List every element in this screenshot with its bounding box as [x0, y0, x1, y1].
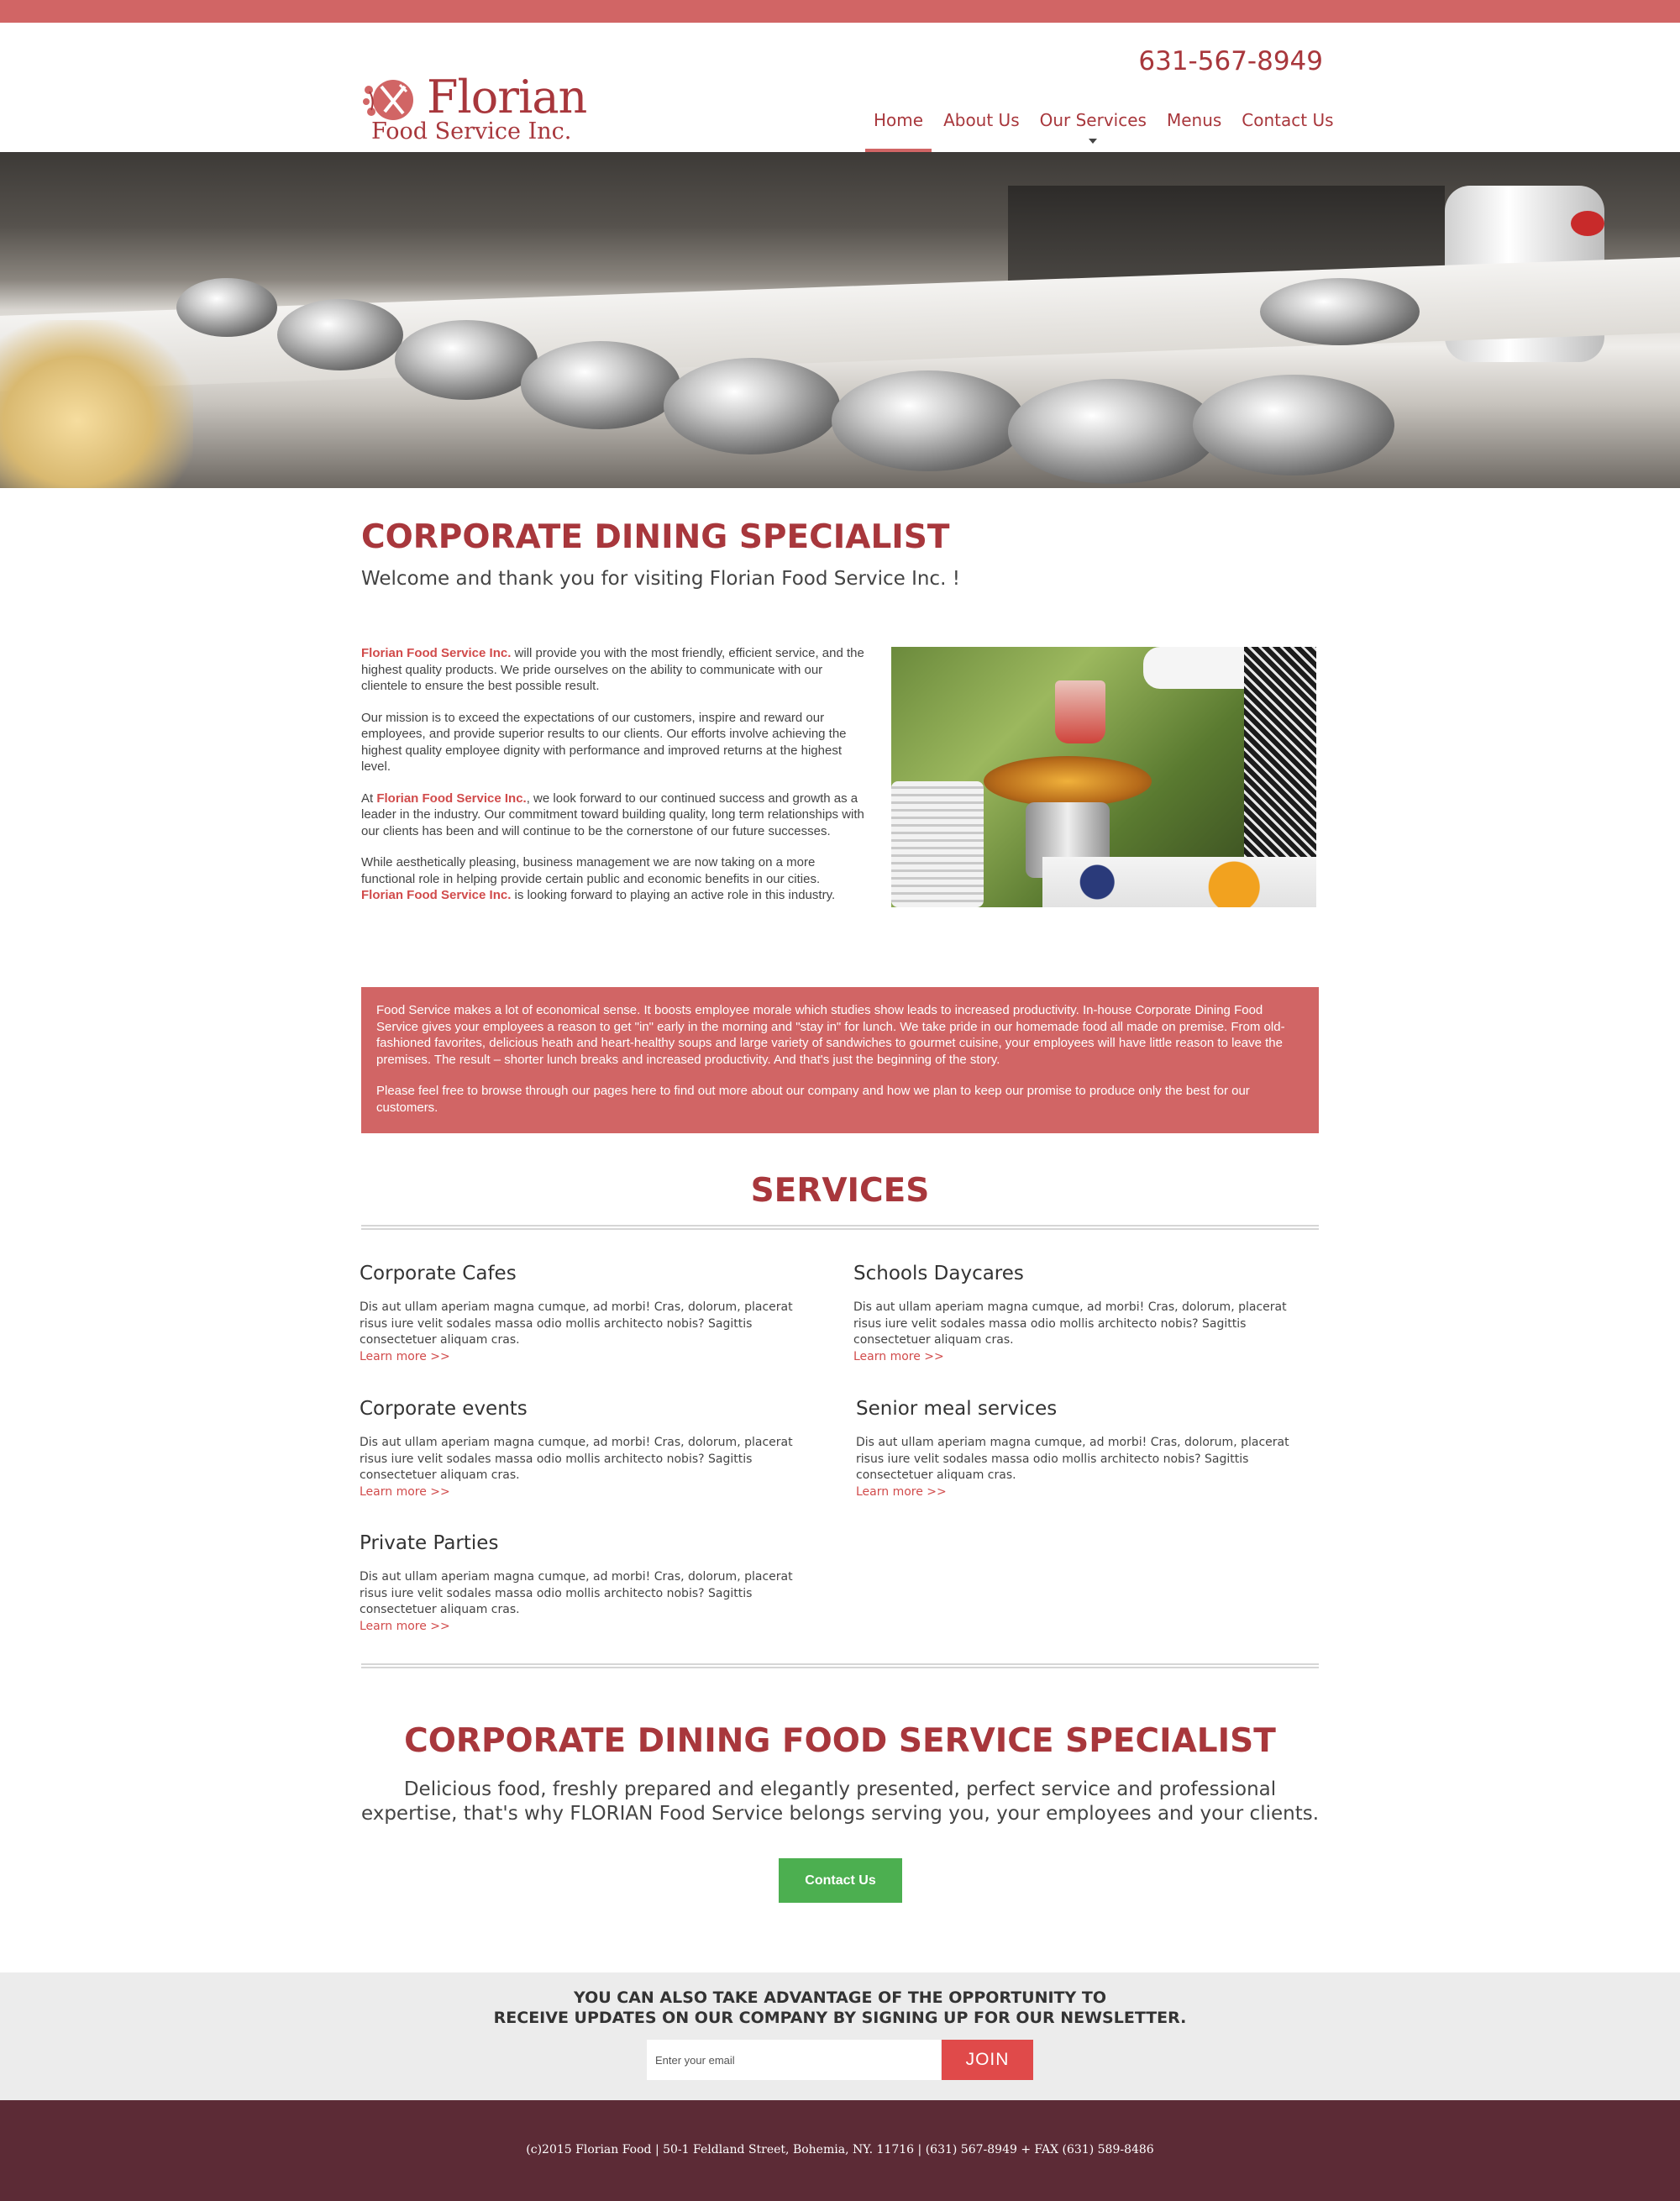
hero-chafer	[1193, 375, 1394, 475]
nav-contact-us[interactable]: Contact Us	[1233, 100, 1341, 152]
brand-name: Florian Food Service Inc.	[361, 646, 512, 660]
page-title: CORPORATE DINING SPECIALIST	[361, 518, 950, 556]
main-nav: Home About Us Our Services Menus Contact…	[865, 100, 1346, 152]
site-header: Florian Food Service Inc. 631-567-8949 H…	[0, 23, 1680, 152]
service-description: Dis aut ullam aperiam magna cumque, ad m…	[360, 1570, 793, 1616]
chef-cooking-photo	[891, 647, 1316, 907]
phone-number[interactable]: 631-567-8949	[1138, 46, 1323, 76]
service-title: Corporate Cafes	[360, 1263, 517, 1284]
nav-home[interactable]: Home	[865, 100, 932, 152]
newsletter-heading-line: RECEIVE UPDATES ON OUR COMPANY BY SIGNIN…	[493, 2009, 1187, 2027]
service-item: Schools Daycares Dis aut ullam aperiam m…	[853, 1263, 1307, 1365]
contact-us-button[interactable]: Contact Us	[779, 1858, 902, 1903]
service-item: Corporate events Dis aut ullam aperiam m…	[360, 1398, 813, 1500]
hero-cooker-badge	[1571, 211, 1604, 236]
intro-paragraph: Florian Food Service Inc. will provide y…	[361, 645, 869, 695]
intro-text-span: At	[361, 791, 377, 806]
service-item: Private Parties Dis aut ullam aperiam ma…	[360, 1532, 813, 1635]
hero-chafer	[395, 320, 538, 400]
logo-name: Florian	[427, 71, 587, 123]
intro-paragraph: Our mission is to exceed the expectation…	[361, 710, 847, 775]
learn-more-link[interactable]: Learn more >>	[360, 1619, 813, 1636]
intro-text: Florian Food Service Inc. will provide y…	[361, 645, 869, 919]
newsletter-section: YOU CAN ALSO TAKE ADVANTAGE OF THE OPPOR…	[0, 1972, 1680, 2100]
logo-subtitle: Food Service Inc.	[371, 118, 572, 144]
fork-knife-logo-icon	[363, 80, 413, 120]
hero-light	[0, 320, 193, 488]
hero-chafer	[1008, 379, 1218, 484]
service-title: Private Parties	[360, 1532, 499, 1554]
service-title: Senior meal services	[856, 1398, 1058, 1420]
cta-text: Delicious food, freshly prepared and ele…	[360, 1778, 1320, 1825]
hero-banner-image	[0, 152, 1680, 488]
footer-text: (c)2015 Florian Food | 50-1 Feldland Str…	[526, 2143, 1154, 2156]
logo[interactable]: Florian Food Service Inc.	[361, 50, 587, 146]
learn-more-link[interactable]: Learn more >>	[856, 1484, 1310, 1501]
brand-name: Florian Food Service Inc.	[376, 791, 527, 806]
learn-more-link[interactable]: Learn more >>	[360, 1349, 813, 1366]
service-title: Schools Daycares	[853, 1263, 1024, 1284]
learn-more-link[interactable]: Learn more >>	[360, 1484, 813, 1501]
service-description: Dis aut ullam aperiam magna cumque, ad m…	[360, 1300, 793, 1347]
nav-our-services[interactable]: Our Services	[1032, 100, 1155, 152]
service-description: Dis aut ullam aperiam magna cumque, ad m…	[856, 1436, 1289, 1482]
callout-paragraph: Food Service makes a lot of economical s…	[376, 1003, 1285, 1067]
intro-text-span: is looking forward to playing an active …	[511, 888, 836, 902]
learn-more-link[interactable]: Learn more >>	[853, 1349, 1307, 1366]
join-button[interactable]: JOIN	[942, 2040, 1033, 2080]
intro-paragraph: While aesthetically pleasing, business m…	[361, 854, 869, 904]
cta-title: CORPORATE DINING FOOD SERVICE SPECIALIST	[404, 1722, 1276, 1760]
photo-pan	[984, 756, 1152, 806]
hero-chafer	[277, 299, 403, 370]
brand-name: Florian Food Service Inc.	[361, 888, 512, 902]
service-item: Corporate Cafes Dis aut ullam aperiam ma…	[360, 1263, 813, 1365]
site-footer: (c)2015 Florian Food | 50-1 Feldland Str…	[0, 2100, 1680, 2201]
email-input[interactable]	[647, 2040, 941, 2080]
nav-our-services-label: Our Services	[1039, 110, 1147, 130]
intro-paragraph: At Florian Food Service Inc., we look fo…	[361, 791, 869, 840]
intro-text-span: While aesthetically pleasing, business m…	[361, 855, 821, 886]
hero-chafer	[832, 370, 1025, 471]
nav-menus[interactable]: Menus	[1158, 100, 1230, 152]
newsletter-heading-line: YOU CAN ALSO TAKE ADVANTAGE OF THE OPPOR…	[573, 1988, 1107, 2007]
hero-chafer	[664, 358, 840, 454]
nav-about-us[interactable]: About Us	[935, 100, 1028, 152]
welcome-text: Welcome and thank you for visiting Flori…	[361, 568, 960, 590]
service-description: Dis aut ullam aperiam magna cumque, ad m…	[853, 1300, 1287, 1347]
service-title: Corporate events	[360, 1398, 528, 1420]
hero-chafer	[176, 278, 277, 337]
service-item: Senior meal services Dis aut ullam aperi…	[856, 1398, 1310, 1500]
photo-fruit	[1042, 857, 1316, 907]
divider	[361, 1225, 1319, 1230]
caret-down-icon	[1089, 139, 1098, 144]
services-title: SERVICES	[750, 1172, 930, 1210]
service-description: Dis aut ullam aperiam magna cumque, ad m…	[360, 1436, 793, 1482]
hero-chafer	[521, 341, 680, 429]
photo-plates	[891, 781, 984, 907]
info-callout-box: Food Service makes a lot of economical s…	[361, 987, 1319, 1133]
top-accent-bar	[0, 0, 1680, 23]
divider	[361, 1663, 1319, 1668]
hero-pot	[1260, 278, 1420, 345]
photo-glass	[1055, 680, 1105, 743]
callout-paragraph: Please feel free to browse through our p…	[376, 1084, 1250, 1115]
